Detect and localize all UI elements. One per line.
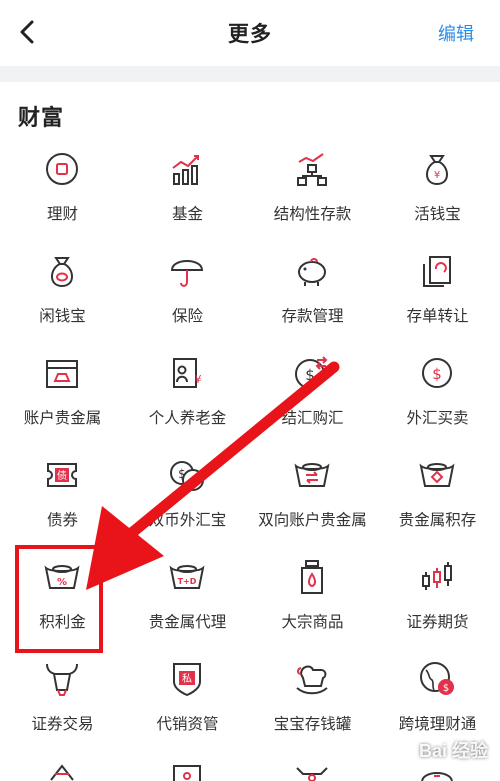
grid-item-two-way-precious-metal[interactable]: 双向账户贵金属 [250,442,375,544]
grid-item-label: 闲钱宝 [39,308,86,325]
grid-item-label: 贵金属积存 [398,512,477,529]
watermark: Bai 经验 [418,741,488,761]
globe-dollar-icon: $ [418,660,456,698]
piggy-bank-icon [293,252,331,290]
structured-deposit-icon [293,150,331,188]
svg-text:私: 私 [182,673,192,685]
forex-trade-icon: $ [418,354,456,392]
wealth-circle-icon [43,150,81,188]
grid-item-label: 债券 [46,512,78,529]
grid-item-securities-futures[interactable]: 证券期货 [375,544,500,646]
grid-item-label: 外汇买卖 [406,410,469,427]
grid-item-label: 个人养老金 [148,410,227,427]
svg-text:债: 债 [57,469,67,482]
grid-item-dual-currency[interactable]: $ € 双币外汇宝 [125,442,250,544]
currency-exchange-icon: $ [293,354,331,392]
grid-item-jijin[interactable]: 基金 [125,136,250,238]
pension-icon: ¥ [168,354,206,392]
grid-item-label: 代销资管 [156,716,219,733]
svg-text:€: € [189,474,197,488]
grid-item-label: 证券期货 [406,614,469,631]
svg-text:$: $ [443,683,449,694]
grid-item-account-precious-metal[interactable]: 账户贵金属 [0,340,125,442]
grid-item-label: 基金 [171,206,203,223]
grid-item-certificate-transfer[interactable]: 存单转让 [375,238,500,340]
grid-item-label: 理财 [46,206,78,223]
rocking-horse-icon [293,660,331,698]
grid-item-label: 宝宝存钱罐 [273,716,352,733]
grid-item-label: 账户贵金属 [23,410,102,427]
grid-item-asset-management[interactable]: 私 代销资管 [125,646,250,748]
grid-item-licai[interactable]: 理财 [0,136,125,238]
grid-item-precious-metal-accumulation[interactable]: 贵金属积存 [375,442,500,544]
edit-button[interactable]: 编辑 [438,20,474,46]
private-shield-icon: 私 [168,660,206,698]
grid-item-label: 跨境理财通 [398,716,477,733]
partial-row-icon [43,760,81,781]
grid-item-xianqianbao[interactable]: 闲钱宝 [0,238,125,340]
partial-row-icon [293,760,331,781]
grid-item-label: 结汇购汇 [281,410,344,427]
section-title: 财富 [18,105,65,130]
umbrella-icon [168,252,206,290]
money-bag-yen-icon: ¥ [418,150,456,188]
svg-text:$: $ [305,366,315,384]
bond-ticket-icon: 债 [43,456,81,494]
gold-box-icon [43,354,81,392]
svg-text:¥: ¥ [195,373,202,386]
grid-item-label: 存单转让 [406,308,469,325]
grid-item-label: 贵金属代理 [148,614,227,631]
grid-item-label: 存款管理 [281,308,344,325]
grid-item-structured-deposit[interactable]: 结构性存款 [250,136,375,238]
bull-icon [43,660,81,698]
partial-row-icon [418,760,456,781]
grid-item-deposit-management[interactable]: 存款管理 [250,238,375,340]
gold-ingot-accumulate-icon [418,456,456,494]
grid-item-cross-border-wealth[interactable]: $ 跨境理财通 [375,646,500,748]
grid-item-bond[interactable]: 债 债券 [0,442,125,544]
dual-currency-icon: $ € [168,456,206,494]
fund-chart-icon [168,150,206,188]
grid-item-personal-pension[interactable]: ¥ 个人养老金 [125,340,250,442]
grid-item-label: 保险 [171,308,203,325]
grid-item-baoxian[interactable]: 保险 [125,238,250,340]
grid-item-label: 大宗商品 [281,614,344,631]
grid-item-fx-settlement[interactable]: $ 结汇购汇 [250,340,375,442]
grid-item-label: 证券交易 [31,716,94,733]
candlestick-icon [418,558,456,596]
partial-row-icon [168,760,206,781]
grid-item-precious-metal-agency[interactable]: T+D 贵金属代理 [125,544,250,646]
annotation-highlight-box [15,545,103,653]
oil-canister-icon [293,558,331,596]
grid-item-label: 结构性存款 [273,206,352,223]
svg-text:$: $ [432,365,442,383]
grid-item-forex-trading[interactable]: $ 外汇买卖 [375,340,500,442]
section-divider [0,66,500,82]
grid-item-commodities[interactable]: 大宗商品 [250,544,375,646]
money-bag-icon [43,252,81,290]
page-title: 更多 [228,23,272,46]
grid-item-huoqianbao[interactable]: ¥ 活钱宝 [375,136,500,238]
gold-ingot-exchange-icon [293,456,331,494]
grid-item-baby-savings[interactable]: 宝宝存钱罐 [250,646,375,748]
grid-item-securities-trading[interactable]: 证券交易 [0,646,125,748]
grid-item-label: 双币外汇宝 [148,512,227,529]
grid-item-label: 双向账户贵金属 [258,512,367,529]
svg-text:T+D: T+D [178,577,197,586]
gold-ingot-td-icon: T+D [168,558,206,596]
certificate-transfer-icon [418,252,456,290]
grid-item-label: 活钱宝 [414,206,461,223]
svg-text:¥: ¥ [434,170,440,181]
nav-bar: 更多 编辑 [0,0,500,66]
